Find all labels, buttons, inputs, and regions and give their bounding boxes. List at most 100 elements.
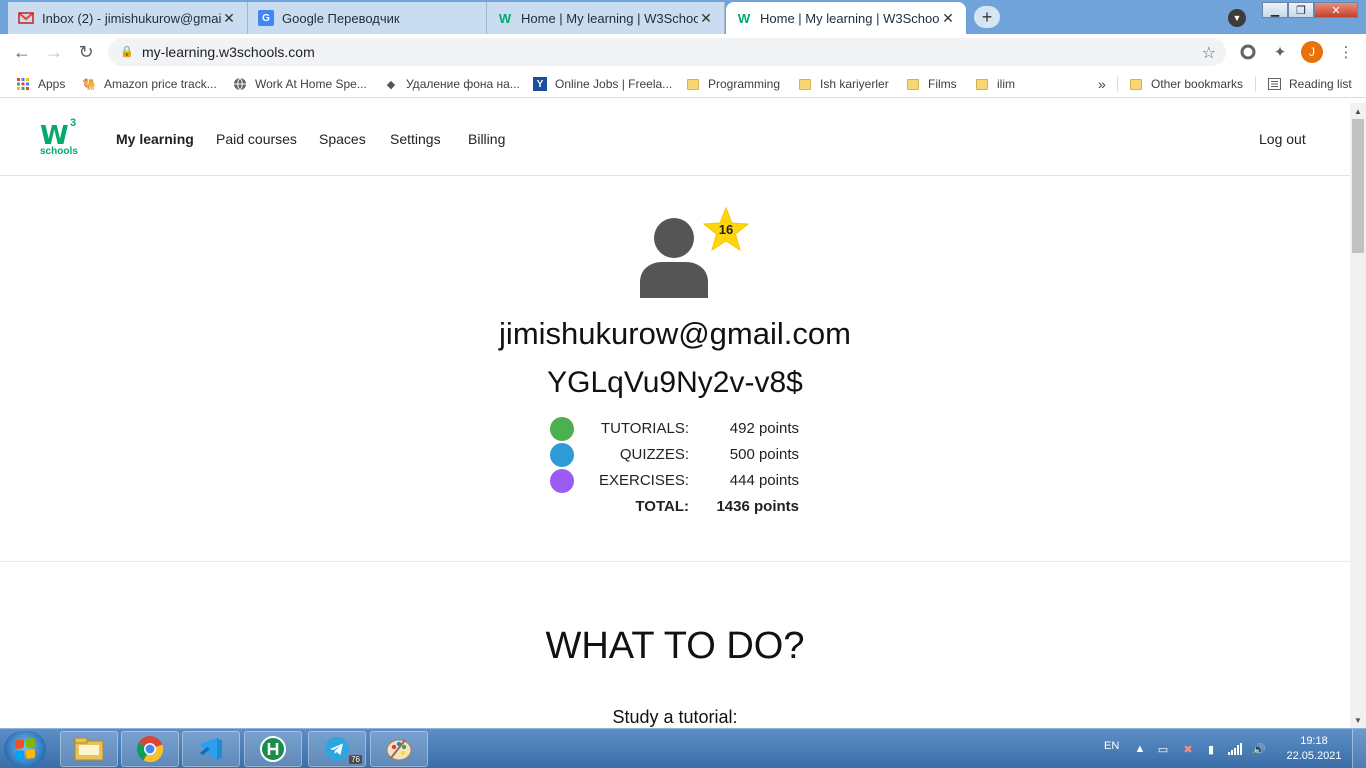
more-bookmarks-button[interactable]: » (1098, 76, 1106, 92)
folder-icon (686, 77, 700, 91)
back-arrow-icon[interactable]: ← (10, 40, 34, 64)
level-number: 16 (718, 222, 734, 237)
nav-settings[interactable]: Settings (390, 131, 441, 147)
tab-search-icon[interactable]: ▼ (1228, 9, 1246, 27)
network-error-icon[interactable]: ✖ (1181, 742, 1195, 756)
new-tab-button[interactable]: + (974, 6, 1000, 28)
bookmark-amazon-price-tracker[interactable]: 🐫 Amazon price track... (82, 76, 217, 92)
tab-w3schools-active[interactable]: W Home | My learning | W3Schools ✕ (726, 2, 966, 34)
nav-paid-courses[interactable]: Paid courses (216, 131, 297, 147)
logo-superscript: 3 (70, 117, 77, 129)
signal-icon[interactable] (1228, 742, 1242, 756)
scroll-up-icon[interactable]: ▲ (1350, 103, 1366, 119)
points-label: QUIZZES: (619, 446, 689, 463)
bookmark-separator (1255, 76, 1256, 92)
reading-list-icon (1267, 77, 1281, 91)
system-clock[interactable]: 19:18 22.05.2021 (1284, 734, 1344, 764)
bookmark-folder-ish-kariyerler[interactable]: Ish kariyerler (798, 76, 889, 92)
scrollbar-thumb[interactable] (1352, 119, 1364, 253)
extension-circle-icon[interactable] (1238, 42, 1258, 62)
taskbar-chrome[interactable] (121, 731, 179, 767)
tab-gmail-inbox[interactable]: Inbox (2) - jimishukurow@gmail.com ✕ (8, 2, 248, 34)
battery-icon[interactable]: ▮ (1204, 742, 1218, 756)
bookmark-folder-films[interactable]: Films (906, 76, 957, 92)
tab-title: Home | My learning | W3Schools (521, 10, 698, 26)
bookmarks-bar: Apps 🐫 Amazon price track... Work At Hom… (0, 70, 1366, 98)
bookmark-work-at-home[interactable]: Work At Home Spe... (233, 76, 367, 92)
tab-google-translate[interactable]: G Google Переводчик (248, 2, 487, 34)
extensions-puzzle-icon[interactable]: ✦ (1270, 42, 1290, 62)
bookmark-label: Apps (38, 77, 66, 91)
bookmark-star-icon[interactable]: ☆ (1202, 43, 1216, 63)
volume-icon[interactable]: 🔊 (1252, 742, 1266, 756)
bookmark-label: Work At Home Spe... (255, 77, 367, 91)
page-viewport: W 3 schools My learning Paid courses Spa… (0, 103, 1350, 728)
points-value: 492 points (729, 420, 799, 437)
nav-my-learning[interactable]: My learning (116, 131, 194, 147)
windows-logo-icon (15, 737, 35, 761)
folder-icon (906, 77, 920, 91)
window-controls: ▁ ❐ ✕ (1262, 2, 1358, 18)
bookmark-label: Programming (708, 77, 781, 91)
forward-arrow-icon[interactable]: → (42, 40, 66, 64)
points-row-total: TOTAL: 1436 points (550, 495, 810, 521)
start-button[interactable] (4, 731, 46, 767)
taskbar-kaspersky[interactable] (244, 731, 302, 767)
globe-icon (233, 77, 247, 91)
bookmark-online-jobs[interactable]: Y Online Jobs | Freela... (533, 76, 672, 92)
bookmark-folder-programming[interactable]: Programming (686, 76, 780, 92)
taskbar-file-explorer[interactable] (60, 731, 118, 767)
show-desktop-button[interactable] (1352, 729, 1366, 768)
page-scrollbar[interactable]: ▲ ▼ (1350, 103, 1366, 728)
chrome-icon (136, 736, 164, 763)
quizzes-dot (550, 443, 574, 467)
folder-icon (975, 77, 989, 91)
w3schools-logo[interactable]: W 3 schools (38, 117, 80, 159)
reading-list-button[interactable]: Reading list (1267, 76, 1352, 92)
bookmark-label: Удаление фона на... (406, 77, 520, 91)
bookmark-folder-other[interactable]: Other bookmarks (1129, 76, 1243, 92)
bookmark-label: Amazon price track... (104, 77, 217, 91)
restore-icon[interactable]: ❐ (1288, 2, 1314, 18)
menu-kebab-icon[interactable]: ⋮ (1336, 42, 1356, 62)
close-window-icon[interactable]: ✕ (1314, 2, 1358, 18)
points-label: TUTORIALS: (600, 420, 689, 437)
site-navbar: W 3 schools My learning Paid courses Spa… (0, 103, 1350, 176)
close-icon[interactable]: ✕ (940, 10, 956, 27)
bookmark-remove-bg[interactable]: ◆ Удаление фона на... (384, 76, 520, 92)
bookmark-label: Reading list (1289, 77, 1352, 91)
bookmark-label: Ish kariyerler (820, 77, 889, 91)
user-avatar-icon (640, 218, 708, 298)
telegram-icon (325, 737, 349, 761)
taskbar-vscode[interactable] (182, 731, 240, 767)
kaspersky-icon (260, 736, 286, 762)
points-row-tutorials: TUTORIALS: 492 points (550, 417, 810, 443)
remove-bg-icon: ◆ (386, 78, 396, 91)
language-indicator[interactable]: EN (1104, 740, 1119, 752)
total-value: 1436 points (716, 498, 799, 515)
url-text: my-learning.w3schools.com (142, 44, 315, 60)
reload-icon[interactable]: ↻ (74, 40, 98, 64)
close-icon[interactable]: ✕ (221, 10, 237, 27)
close-icon[interactable]: ✕ (698, 10, 714, 27)
address-bar[interactable]: 🔒 my-learning.w3schools.com ☆ (108, 38, 1226, 66)
taskbar-paint[interactable] (370, 731, 428, 767)
profile-avatar[interactable]: J (1301, 41, 1323, 63)
taskbar-telegram[interactable]: 76 (308, 731, 366, 767)
logout-link[interactable]: Log out (1259, 131, 1306, 147)
minimize-icon[interactable]: ▁ (1262, 2, 1288, 18)
points-row-quizzes: QUIZZES: 500 points (550, 443, 810, 469)
tab-w3schools-1[interactable]: W Home | My learning | W3Schools ✕ (487, 2, 725, 34)
nav-billing[interactable]: Billing (468, 131, 505, 147)
freelancer-icon: Y (533, 77, 547, 91)
scroll-down-icon[interactable]: ▼ (1350, 712, 1366, 728)
bookmark-folder-ilim[interactable]: ilim (975, 76, 1015, 92)
display-icon[interactable]: ▭ (1156, 742, 1170, 756)
nav-spaces[interactable]: Spaces (319, 131, 366, 147)
bookmark-label: Films (928, 77, 957, 91)
show-hidden-icons-icon[interactable]: ▲ (1133, 742, 1147, 756)
bookmark-apps[interactable]: Apps (16, 76, 65, 92)
vscode-icon (200, 738, 222, 760)
bookmark-label: ilim (997, 77, 1015, 91)
windows-taskbar: 76 EN ▲ ▭ ✖ ▮ 🔊 19:18 22.05.2021 (0, 728, 1366, 768)
